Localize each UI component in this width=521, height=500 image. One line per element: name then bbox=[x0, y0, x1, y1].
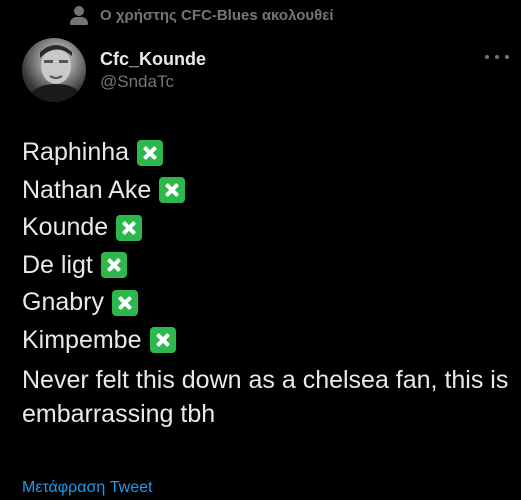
avatar[interactable] bbox=[22, 38, 86, 102]
more-options-icon[interactable] bbox=[485, 50, 509, 64]
person-icon bbox=[70, 5, 88, 25]
player-line: Raphinha bbox=[22, 134, 511, 172]
player-line: Gnabry bbox=[22, 284, 511, 322]
player-name: Kimpembe bbox=[22, 325, 142, 354]
cross-mark-button-icon bbox=[116, 214, 143, 241]
player-line: Kounde bbox=[22, 209, 511, 247]
cross-mark-button-icon bbox=[159, 177, 186, 204]
social-context[interactable]: Ο χρήστης CFC-Blues ακολουθεί bbox=[70, 4, 334, 26]
author-handle[interactable]: @SndaTc bbox=[100, 70, 206, 94]
player-name: Kounde bbox=[22, 213, 109, 241]
social-context-text[interactable]: Ο χρήστης CFC-Blues ακολουθεί bbox=[100, 7, 334, 24]
player-line: Nathan Ake bbox=[22, 172, 511, 210]
translate-tweet-link[interactable]: Μετάφραση Tweet bbox=[22, 478, 152, 498]
cross-mark-button-icon bbox=[111, 289, 138, 316]
cross-mark-button-icon bbox=[100, 252, 127, 279]
player-name: Gnabry bbox=[22, 288, 104, 316]
tweet-text: Raphinha Nathan Ake Kounde De ligt Gnabr… bbox=[22, 134, 511, 431]
player-name: Raphinha bbox=[22, 138, 130, 166]
player-line: De ligt bbox=[22, 247, 511, 285]
author-names: Cfc_Kounde @SndaTc bbox=[100, 48, 206, 94]
cross-mark-button-icon bbox=[137, 139, 164, 166]
player-name: De ligt bbox=[22, 250, 93, 279]
player-line: Kimpembe bbox=[22, 322, 511, 360]
author-display-name[interactable]: Cfc_Kounde bbox=[100, 48, 206, 70]
tweet-comment: Never felt this down as a chelsea fan, t… bbox=[22, 366, 509, 428]
tweet-header: Cfc_Kounde @SndaTc bbox=[22, 38, 521, 104]
player-name: Nathan Ake bbox=[22, 175, 152, 204]
cross-mark-button-icon bbox=[149, 327, 176, 354]
